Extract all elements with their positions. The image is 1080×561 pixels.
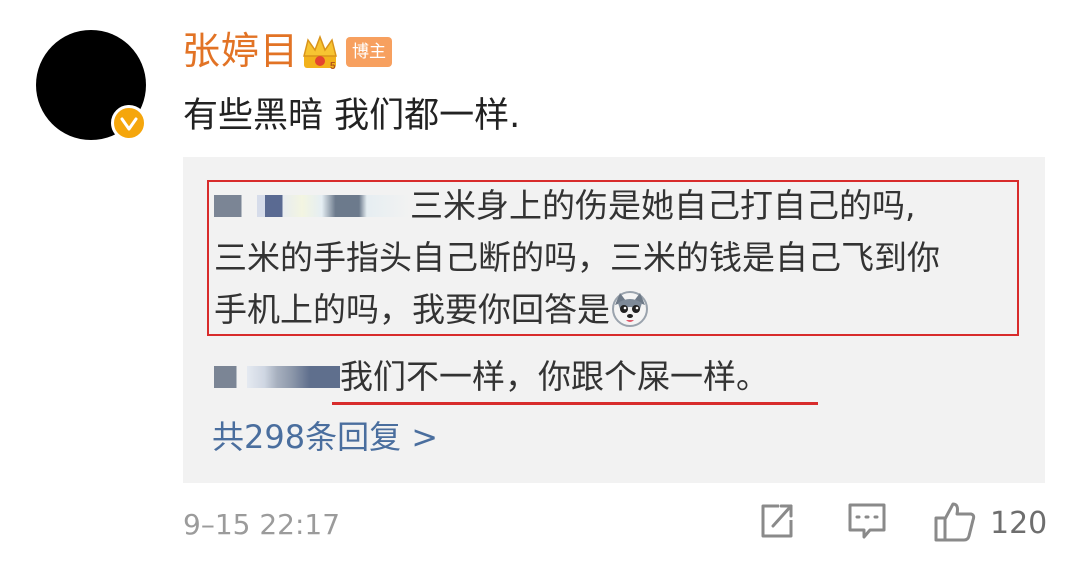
reply-line-1: 三米身上的伤是她自己打自己的吗, xyxy=(214,183,916,229)
svg-text:5: 5 xyxy=(330,61,336,72)
username[interactable]: 张婷目 xyxy=(182,26,299,76)
weibo-post: 张婷目 5 博主 有些黑暗 我们都一样. 三米身上的伤是她自己打自己的吗, 三米… xyxy=(0,0,1080,561)
crown-icon: 5 xyxy=(300,32,340,76)
blurred-username xyxy=(214,194,410,217)
reply-text-4: 我们不一样，你跟个屎一样。 xyxy=(340,357,769,396)
blurred-username-2 xyxy=(214,365,340,388)
post-text: 有些黑暗 我们都一样. xyxy=(183,96,521,136)
husky-emoji-icon xyxy=(610,289,650,329)
more-replies-link[interactable]: 共298条回复 > xyxy=(212,415,438,459)
share-icon[interactable] xyxy=(757,500,797,546)
blogger-badge: 博主 xyxy=(346,37,392,67)
red-underline xyxy=(332,402,818,405)
like-count: 120 xyxy=(990,506,1048,541)
like-icon[interactable] xyxy=(933,500,977,548)
reply-text-3: 手机上的吗，我要你回答是 xyxy=(214,290,610,329)
reply-line-3: 手机上的吗，我要你回答是 xyxy=(214,287,650,333)
comment-icon[interactable] xyxy=(846,500,888,546)
timestamp: 9–15 22:17 xyxy=(183,508,341,541)
verified-icon xyxy=(111,105,147,141)
reply-line-2: 三米的手指头自己断的吗，三米的钱是自己飞到你 xyxy=(214,238,940,277)
reply-line-4: 我们不一样，你跟个屎一样。 xyxy=(214,354,769,400)
reply-text-1: 三米身上的伤是她自己打自己的吗, xyxy=(410,186,916,225)
